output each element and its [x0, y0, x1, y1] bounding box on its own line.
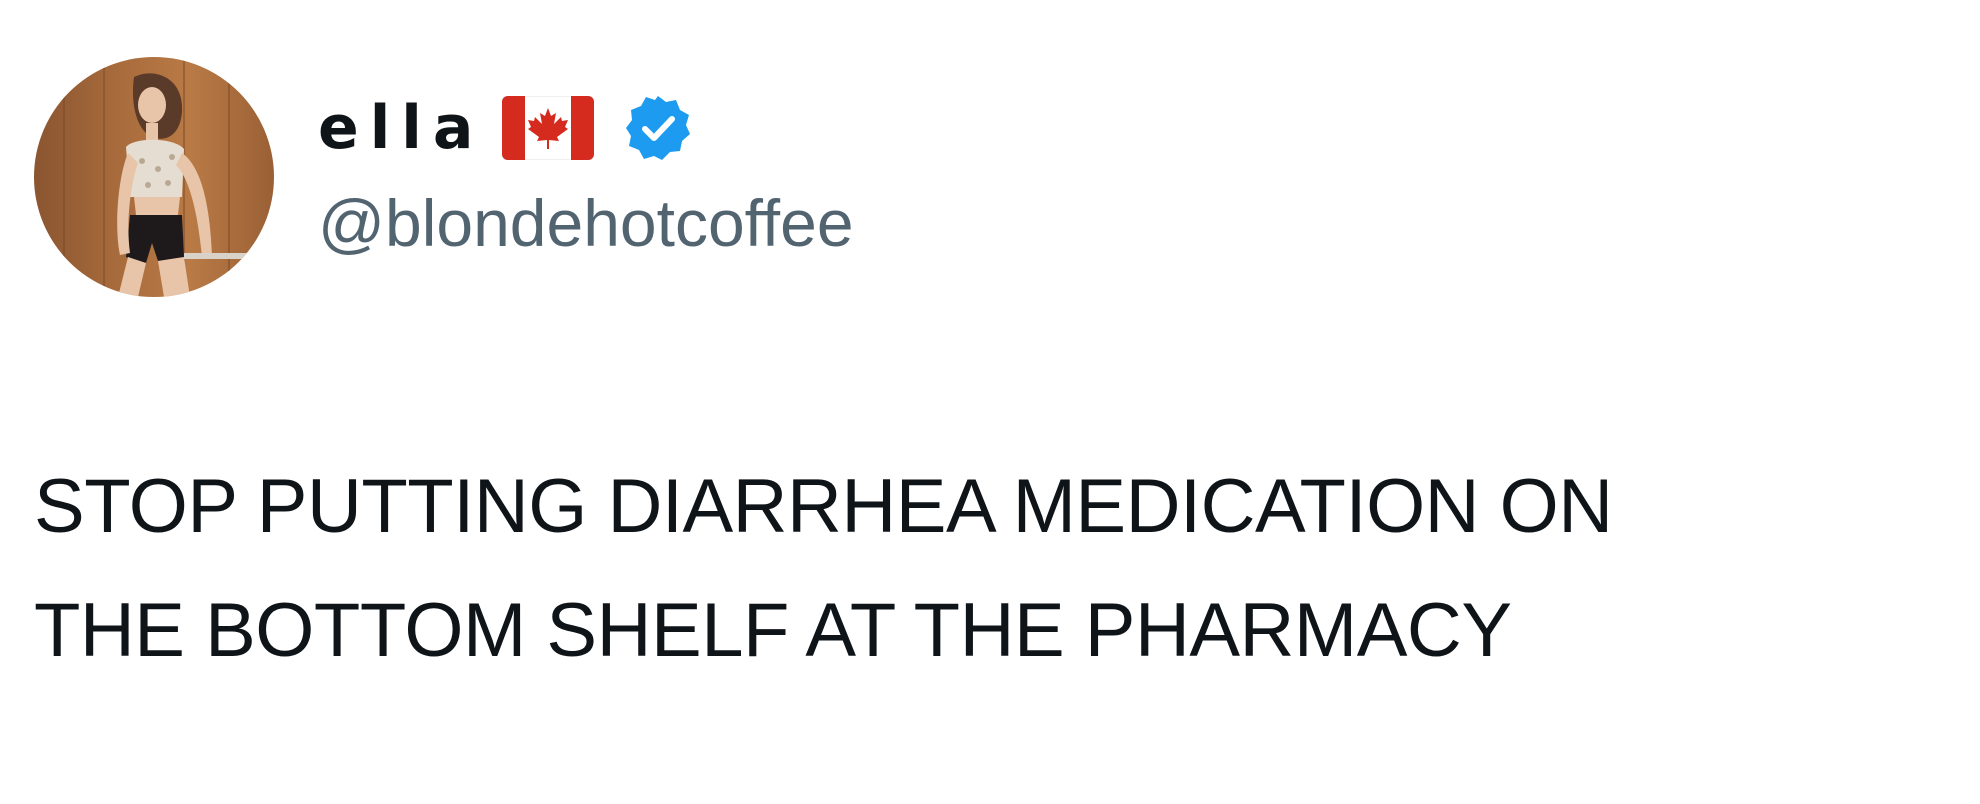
display-name[interactable]: ella: [318, 98, 484, 158]
tweet-text: STOP PUTTING DIARRHEA MEDICATION ON THE …: [34, 445, 1954, 693]
avatar-image: [34, 57, 274, 297]
tweet-card: ella @blondehotcoffee STOP PUTTING DIARR…: [0, 0, 1980, 804]
verified-badge-icon: [622, 92, 694, 164]
name-row: ella: [318, 88, 694, 168]
canada-flag-icon: [502, 96, 595, 160]
avatar[interactable]: [34, 57, 274, 297]
author-handle[interactable]: @blondehotcoffee: [318, 190, 854, 256]
tweet-text-line: THE BOTTOM SHELF AT THE PHARMACY: [34, 588, 1512, 673]
tweet-text-line: STOP PUTTING DIARRHEA MEDICATION ON: [34, 464, 1613, 549]
